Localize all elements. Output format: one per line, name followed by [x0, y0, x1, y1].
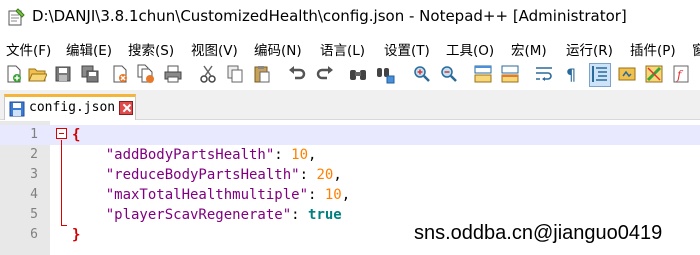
code-token: : — [299, 167, 317, 183]
code-token: 20 — [316, 167, 334, 183]
code-token: , — [333, 167, 342, 183]
print-icon[interactable] — [163, 64, 183, 86]
menu-window[interactable]: 窗 — [692, 39, 700, 59]
code-token: "maxTotalHealthmultiple" — [105, 187, 309, 203]
code-text: "maxTotalHealthmultiple": 10, — [72, 185, 350, 205]
code-token: "reduceBodyPartsHealth" — [105, 167, 300, 183]
menu-search[interactable]: 搜索(S) — [128, 39, 174, 59]
save-all-icon[interactable] — [80, 64, 100, 86]
window-title: D:\DANJI\3.8.1chun\CustomizedHealth\conf… — [32, 7, 627, 25]
code-line[interactable]: 2 "addBodyPartsHealth": 10, — [0, 145, 700, 165]
find-icon[interactable] — [348, 64, 368, 86]
indent-guide-icon[interactable] — [589, 63, 611, 87]
pilcrow-icon[interactable]: ¶ — [562, 64, 582, 86]
code-token: , — [308, 147, 317, 163]
toolbar: ¶ f — [0, 60, 700, 90]
tab-label: config.json — [29, 100, 116, 115]
menu-run[interactable]: 运行(R) — [566, 39, 613, 59]
menu-macro[interactable]: 宏(M) — [511, 39, 547, 59]
svg-text:¶: ¶ — [566, 65, 576, 84]
code-token: : — [291, 207, 309, 223]
notepad-plus-plus-icon — [8, 8, 25, 26]
menu-language[interactable]: 语言(L) — [320, 39, 365, 59]
code-token: 10 — [291, 147, 309, 163]
menu-tools[interactable]: 工具(O) — [446, 39, 494, 59]
menu-edit[interactable]: 编辑(E) — [66, 39, 112, 59]
word-wrap-icon[interactable] — [534, 64, 554, 86]
line-number: 4 — [30, 187, 38, 202]
watermark: sns.oddba.cn@jianguo0419 — [414, 222, 663, 244]
line-number: 2 — [30, 147, 38, 162]
code-token: : — [274, 147, 292, 163]
title-bar: D:\DANJI\3.8.1chun\CustomizedHealth\conf… — [0, 0, 700, 36]
fold-collapse-icon[interactable] — [56, 128, 67, 139]
code-token: "addBodyPartsHealth" — [105, 147, 275, 163]
code-text: "addBodyPartsHealth": 10, — [72, 145, 317, 165]
menu-bar: 文件(F) 编辑(E) 搜索(S) 视图(V) 编码(N) 语言(L) 设置(T… — [0, 36, 700, 60]
line-number: 6 — [30, 227, 38, 242]
code-line[interactable]: 3 "reduceBodyPartsHealth": 20, — [0, 165, 700, 185]
line-number: 1 — [30, 127, 38, 142]
close-file-icon[interactable] — [110, 64, 130, 86]
fold-guide-line — [61, 140, 62, 225]
tab-config-json[interactable]: config.json — [4, 94, 136, 120]
menu-settings[interactable]: 设置(T) — [384, 39, 430, 59]
paste-icon[interactable] — [252, 64, 272, 86]
code-line[interactable]: 4 "maxTotalHealthmultiple": 10, — [0, 185, 700, 205]
fold-end-marker — [61, 225, 67, 226]
new-file-icon[interactable] — [4, 64, 24, 86]
sync-vertical-icon[interactable] — [473, 64, 493, 86]
code-text: "reduceBodyPartsHealth": 20, — [72, 165, 342, 185]
user-defined-language-icon[interactable] — [617, 64, 637, 86]
code-token: } — [72, 227, 81, 243]
menu-encoding[interactable]: 编码(N) — [254, 39, 302, 59]
menu-file[interactable]: 文件(F) — [6, 39, 51, 59]
code-token: , — [341, 187, 351, 203]
code-line[interactable]: 1{ — [0, 125, 700, 145]
line-number: 3 — [30, 167, 38, 182]
close-all-icon[interactable] — [136, 64, 156, 86]
function-list-icon[interactable]: f — [671, 64, 691, 86]
redo-icon[interactable] — [315, 64, 335, 86]
menu-view[interactable]: 视图(V) — [191, 39, 238, 59]
open-folder-icon[interactable] — [27, 64, 47, 86]
copy-icon[interactable] — [225, 64, 245, 86]
save-icon — [9, 101, 25, 117]
code-token: 10 — [324, 187, 342, 203]
cut-icon[interactable] — [198, 64, 218, 86]
code-token: "playerScavRegenerate" — [105, 207, 292, 223]
code-token: : — [308, 187, 325, 203]
code-token: true — [308, 207, 342, 223]
close-icon[interactable] — [119, 101, 133, 115]
code-token: { — [72, 127, 81, 143]
replace-icon[interactable] — [375, 64, 395, 86]
menu-plugins[interactable]: 插件(P) — [630, 39, 676, 59]
sync-horizontal-icon[interactable] — [500, 64, 520, 86]
zoom-in-icon[interactable] — [412, 64, 432, 86]
tab-bar: config.json — [0, 90, 700, 120]
code-text: } — [72, 225, 80, 245]
undo-icon[interactable] — [287, 64, 307, 86]
zoom-out-icon[interactable] — [439, 64, 459, 86]
document-map-icon[interactable] — [644, 64, 664, 86]
code-text: "playerScavRegenerate": true — [72, 205, 342, 225]
code-text: { — [72, 125, 80, 145]
save-icon[interactable] — [53, 64, 73, 86]
line-number: 5 — [30, 207, 38, 222]
